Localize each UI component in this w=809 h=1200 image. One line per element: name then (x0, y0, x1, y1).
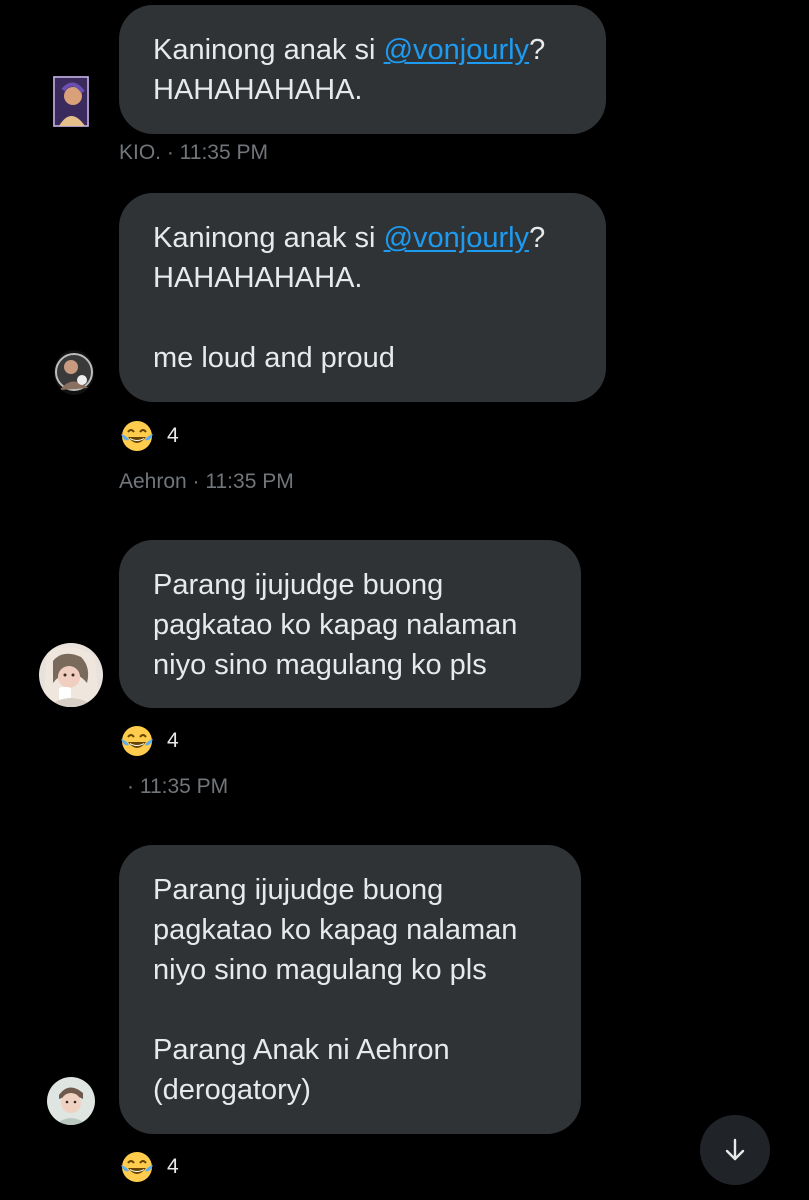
message-line: (derogatory) (153, 1074, 311, 1106)
tears-of-joy-emoji-icon (119, 723, 155, 759)
message-line: pagkatao ko kapag nalaman (153, 609, 518, 641)
scroll-to-bottom-button[interactable] (700, 1115, 770, 1185)
message-line: niyo sino magulang ko pls (153, 954, 487, 986)
reaction[interactable]: 4 (119, 723, 179, 759)
avatar[interactable] (53, 76, 89, 127)
reaction[interactable]: 4 (119, 1149, 179, 1185)
message-line: Kaninong anak si @vonjourly? (153, 222, 546, 254)
avatar-image (39, 643, 103, 707)
reaction-count: 4 (167, 1155, 179, 1178)
reaction-count: 4 (167, 729, 179, 752)
message-bubble[interactable]: Parang ijujudge buong pagkatao ko kapag … (119, 845, 581, 1134)
message-bubble[interactable]: Parang ijujudge buong pagkatao ko kapag … (119, 540, 581, 708)
avatar-image (54, 350, 94, 395)
avatar[interactable] (39, 643, 103, 707)
mention-link[interactable]: @vonjourly (384, 222, 530, 254)
avatar[interactable] (47, 1077, 95, 1125)
message-bubble[interactable]: Kaninong anak si @vonjourly? HAHAHAHAHA. (119, 5, 606, 134)
message-line: HAHAHAHAHA. (153, 262, 363, 294)
message-meta: · 11:35 PM (127, 775, 229, 798)
reaction[interactable]: 4 (119, 418, 179, 454)
tears-of-joy-emoji-icon (119, 1149, 155, 1185)
arrow-down-icon (722, 1137, 748, 1163)
message-line: pagkatao ko kapag nalaman (153, 914, 518, 946)
avatar-image (47, 1077, 95, 1125)
tears-of-joy-emoji-icon (119, 418, 155, 454)
message-bubble[interactable]: Kaninong anak si @vonjourly? HAHAHAHAHA.… (119, 193, 606, 402)
message-line: Parang ijujudge buong (153, 874, 444, 906)
message-line: Kaninong anak si @vonjourly? (153, 34, 546, 66)
message-line: Parang ijujudge buong (153, 569, 444, 601)
message-line: Parang Anak ni Aehron (153, 1034, 450, 1066)
avatar[interactable] (54, 350, 94, 395)
mention-link[interactable]: @vonjourly (384, 34, 530, 66)
message-meta: KIO. · 11:35 PM (119, 141, 268, 164)
message-meta: Aehron · 11:35 PM (119, 470, 294, 493)
message-line: HAHAHAHAHA. (153, 74, 363, 106)
reaction-count: 4 (167, 424, 179, 447)
avatar-image (53, 76, 89, 127)
message-line: me loud and proud (153, 342, 395, 374)
message-line: niyo sino magulang ko pls (153, 649, 487, 681)
